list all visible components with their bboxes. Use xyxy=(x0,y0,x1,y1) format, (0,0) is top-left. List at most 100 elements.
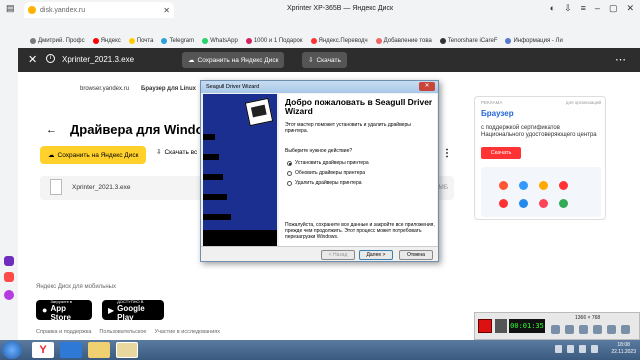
browser-top-bar: ▤ disk.yandex.ru ✕ Xprinter XP-365B — Ян… xyxy=(0,0,640,48)
google-play-button[interactable]: ▶ ДОСТУПНО В Google Play xyxy=(102,299,164,322)
browser-side-panel xyxy=(0,48,18,340)
bookmark-item[interactable]: Яндекс xyxy=(92,38,121,44)
bookmark-item[interactable]: Информация - Ли xyxy=(505,38,563,44)
recorder-tool-icon[interactable] xyxy=(565,325,574,334)
radio-install-drivers[interactable]: Установить драйверы принтера xyxy=(287,160,369,166)
tabs-menu-icon[interactable]: ▤ xyxy=(6,3,15,14)
back-arrow-icon[interactable]: ← xyxy=(46,124,57,136)
download-icon: ⇩ xyxy=(156,149,162,156)
wizard-intro: Этот мастер поможет установить и удалить… xyxy=(285,122,411,134)
next-button[interactable]: Далее > xyxy=(359,250,393,260)
recorder-tool-icon[interactable] xyxy=(593,325,602,334)
start-button[interactable] xyxy=(2,341,22,359)
tab-close-icon[interactable]: ✕ xyxy=(163,6,170,15)
minimize-icon[interactable]: – xyxy=(595,3,600,14)
radio-selected-icon[interactable] xyxy=(287,160,292,166)
recorder-tool-icon[interactable] xyxy=(621,325,630,334)
bookmark-item[interactable]: Почта xyxy=(128,38,153,44)
recorder-tool-icon[interactable] xyxy=(607,325,616,334)
taskbar-yandex-browser[interactable]: Y xyxy=(32,342,54,358)
wizard-notice: Пожалуйста, сохраните все данные и закро… xyxy=(285,222,435,240)
close-viewer-icon[interactable]: ✕ xyxy=(28,53,37,66)
wizard-button-row: < Назад Далее > Отмена xyxy=(201,246,438,262)
info-icon[interactable]: i xyxy=(46,54,55,63)
driver-wizard-dialog: Seagull Driver Wizard ✕ Добро пожаловать… xyxy=(200,80,439,262)
file-icon xyxy=(50,179,62,195)
app-store-button[interactable]: ● Загрузите в App Store xyxy=(36,299,92,322)
bookmark-item[interactable]: Tenorshare iCareF xyxy=(439,38,497,44)
reader-icon[interactable]: ◐ xyxy=(550,3,555,14)
pause-record-button[interactable] xyxy=(495,319,507,333)
ad-app-icon xyxy=(519,181,528,190)
tray-icon[interactable] xyxy=(567,345,574,353)
footer-link[interactable]: Пользовательское xyxy=(99,329,146,335)
bookmark-item[interactable]: WhatsApp xyxy=(202,38,238,44)
footer-link[interactable]: Участие в исследованиях xyxy=(154,329,220,335)
taskbar-app[interactable] xyxy=(60,342,82,358)
printer-icon xyxy=(244,97,274,127)
side-app-icon[interactable] xyxy=(4,272,14,282)
window-title: Xprinter XP-365B — Яндекс Диск xyxy=(286,5,394,12)
ad-text: с поддержкой сертификатов Национального … xyxy=(481,125,597,138)
mobile-apps-text: Яндекс Диск для мобильных xyxy=(36,284,116,290)
cancel-button[interactable]: Отмена xyxy=(399,250,433,260)
viewer-file-name: Xprinter_2021.3.exe xyxy=(62,55,135,64)
save-to-disk-button[interactable]: ☁ Сохранить на Яндекс Диск xyxy=(40,146,146,164)
ad-download-button[interactable]: Скачать xyxy=(481,147,521,159)
taskbar-wizard[interactable] xyxy=(116,342,138,358)
toolbar-download-button[interactable]: ⇩ Скачать xyxy=(302,52,347,68)
banner-stripe xyxy=(203,154,219,160)
menu-icon[interactable]: ≡ xyxy=(581,3,586,14)
tray-icon[interactable] xyxy=(591,345,598,353)
taskbar-clock[interactable]: 18:08 22.11.2023 xyxy=(611,342,636,356)
side-alice-icon[interactable] xyxy=(4,290,14,300)
ad-app-icon xyxy=(519,199,528,208)
banner-stripe xyxy=(203,194,227,200)
side-app-icon[interactable] xyxy=(4,256,14,266)
tray-icon[interactable] xyxy=(555,345,562,353)
bookmark-item[interactable]: 1000 и 1 Подарок xyxy=(245,38,303,44)
more-icon[interactable]: ⋯ xyxy=(615,53,626,66)
bookmarks-bar: Дмитрий. Профс Яндекс Почта Telegram Wha… xyxy=(0,34,640,48)
dialog-close-icon[interactable]: ✕ xyxy=(419,82,435,91)
footer-link[interactable]: Справка и поддержка xyxy=(36,329,91,335)
recorder-tool-icon[interactable] xyxy=(579,325,588,334)
radio-update-drivers[interactable]: Обновить драйверы принтера xyxy=(287,170,365,176)
ad-app-icon xyxy=(559,199,568,208)
downloads-icon[interactable]: ⇩ xyxy=(564,3,572,14)
bookmark-item[interactable]: Яндекс.Переводч xyxy=(310,38,368,44)
download-all-button[interactable]: ⇩ Скачать вс xyxy=(156,148,197,157)
banner-stripe xyxy=(203,214,231,220)
maximize-icon[interactable]: ▢ xyxy=(609,3,618,14)
tray-icon[interactable] xyxy=(579,345,586,353)
tab-active[interactable]: disk.yandex.ru ✕ xyxy=(24,2,174,18)
crumb-link[interactable]: Браузер для Linux xyxy=(141,86,196,92)
radio-icon[interactable] xyxy=(287,180,292,186)
bookmark-item[interactable]: Telegram xyxy=(161,38,194,44)
record-resolution: 1366 × 768 xyxy=(575,315,601,321)
crumb-link[interactable]: browser.yandex.ru xyxy=(80,86,129,92)
back-button[interactable]: < Назад xyxy=(321,250,355,260)
file-size: МБ xyxy=(438,184,448,191)
wizard-banner-image xyxy=(203,94,277,246)
disk-icon: ☁ xyxy=(48,152,55,159)
ad-app-icon xyxy=(539,181,548,190)
taskbar-folder[interactable] xyxy=(88,342,110,358)
banner-stripe xyxy=(203,134,215,140)
recorder-tool-icon[interactable] xyxy=(551,325,560,334)
more-options-icon[interactable]: ⋮ xyxy=(442,148,452,159)
dialog-title-bar: Seagull Driver Wizard ✕ xyxy=(201,81,438,93)
close-window-icon[interactable]: ✕ xyxy=(626,3,634,14)
bookmark-item[interactable]: Дмитрий. Профс xyxy=(30,38,85,44)
ad-brand: Браузер xyxy=(481,109,514,118)
stop-record-button[interactable] xyxy=(478,319,492,333)
toolbar-save-button[interactable]: ☁ Сохранить на Яндекс Диск xyxy=(182,52,285,68)
radio-remove-drivers[interactable]: Удалить драйверы принтера xyxy=(287,180,362,186)
bookmark-item[interactable]: Добавление това xyxy=(375,38,432,44)
apple-icon: ● xyxy=(42,305,48,315)
tab-favicon-icon xyxy=(28,6,36,14)
radio-icon[interactable] xyxy=(287,170,292,176)
ad-app-icon xyxy=(559,181,568,190)
ad-app-icon xyxy=(539,199,548,208)
ad-banner[interactable]: РЕКЛАМА для организаций Браузер с поддер… xyxy=(474,96,606,220)
